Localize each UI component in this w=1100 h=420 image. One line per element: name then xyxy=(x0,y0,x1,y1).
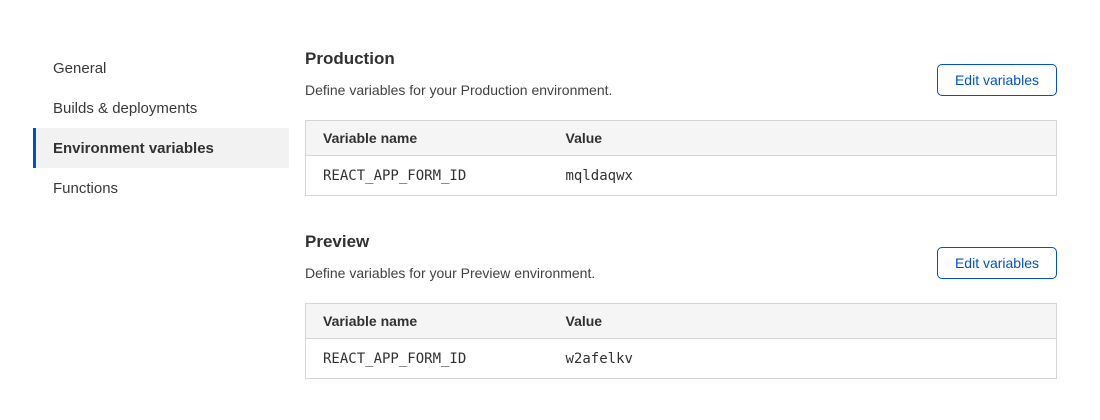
sidebar-item-functions[interactable]: Functions xyxy=(33,168,289,208)
sidebar-item-label: Functions xyxy=(53,180,118,197)
sidebar-item-general[interactable]: General xyxy=(33,48,289,88)
variable-value-cell: mqldaqwx xyxy=(549,156,1057,196)
main-content: Production Define variables for your Pro… xyxy=(305,49,1057,379)
variable-value-cell: w2afelkv xyxy=(549,339,1057,379)
table-row: REACT_APP_FORM_ID w2afelkv xyxy=(306,339,1057,379)
column-header-variable-name: Variable name xyxy=(306,121,549,156)
sidebar-item-environment-variables[interactable]: Environment variables xyxy=(33,128,289,168)
edit-variables-button[interactable]: Edit variables xyxy=(937,64,1057,96)
preview-section: Preview Define variables for your Previe… xyxy=(305,232,1057,379)
edit-variables-button[interactable]: Edit variables xyxy=(937,247,1057,279)
column-header-value: Value xyxy=(549,121,1057,156)
sidebar-item-label: Environment variables xyxy=(53,140,214,157)
settings-sidebar: General Builds & deployments Environment… xyxy=(33,48,289,208)
sidebar-item-builds-deployments[interactable]: Builds & deployments xyxy=(33,88,289,128)
variable-name-cell: REACT_APP_FORM_ID xyxy=(306,339,549,379)
column-header-variable-name: Variable name xyxy=(306,304,549,339)
table-row: REACT_APP_FORM_ID mqldaqwx xyxy=(306,156,1057,196)
sidebar-item-label: General xyxy=(53,60,106,77)
variable-name-cell: REACT_APP_FORM_ID xyxy=(306,156,549,196)
production-section: Production Define variables for your Pro… xyxy=(305,49,1057,196)
production-variables-table: Variable name Value REACT_APP_FORM_ID mq… xyxy=(305,120,1057,196)
table-header-row: Variable name Value xyxy=(306,121,1057,156)
table-header-row: Variable name Value xyxy=(306,304,1057,339)
preview-variables-table: Variable name Value REACT_APP_FORM_ID w2… xyxy=(305,303,1057,379)
sidebar-item-label: Builds & deployments xyxy=(53,100,197,117)
environment-variables-settings-page: General Builds & deployments Environment… xyxy=(0,0,1100,420)
column-header-value: Value xyxy=(549,304,1057,339)
